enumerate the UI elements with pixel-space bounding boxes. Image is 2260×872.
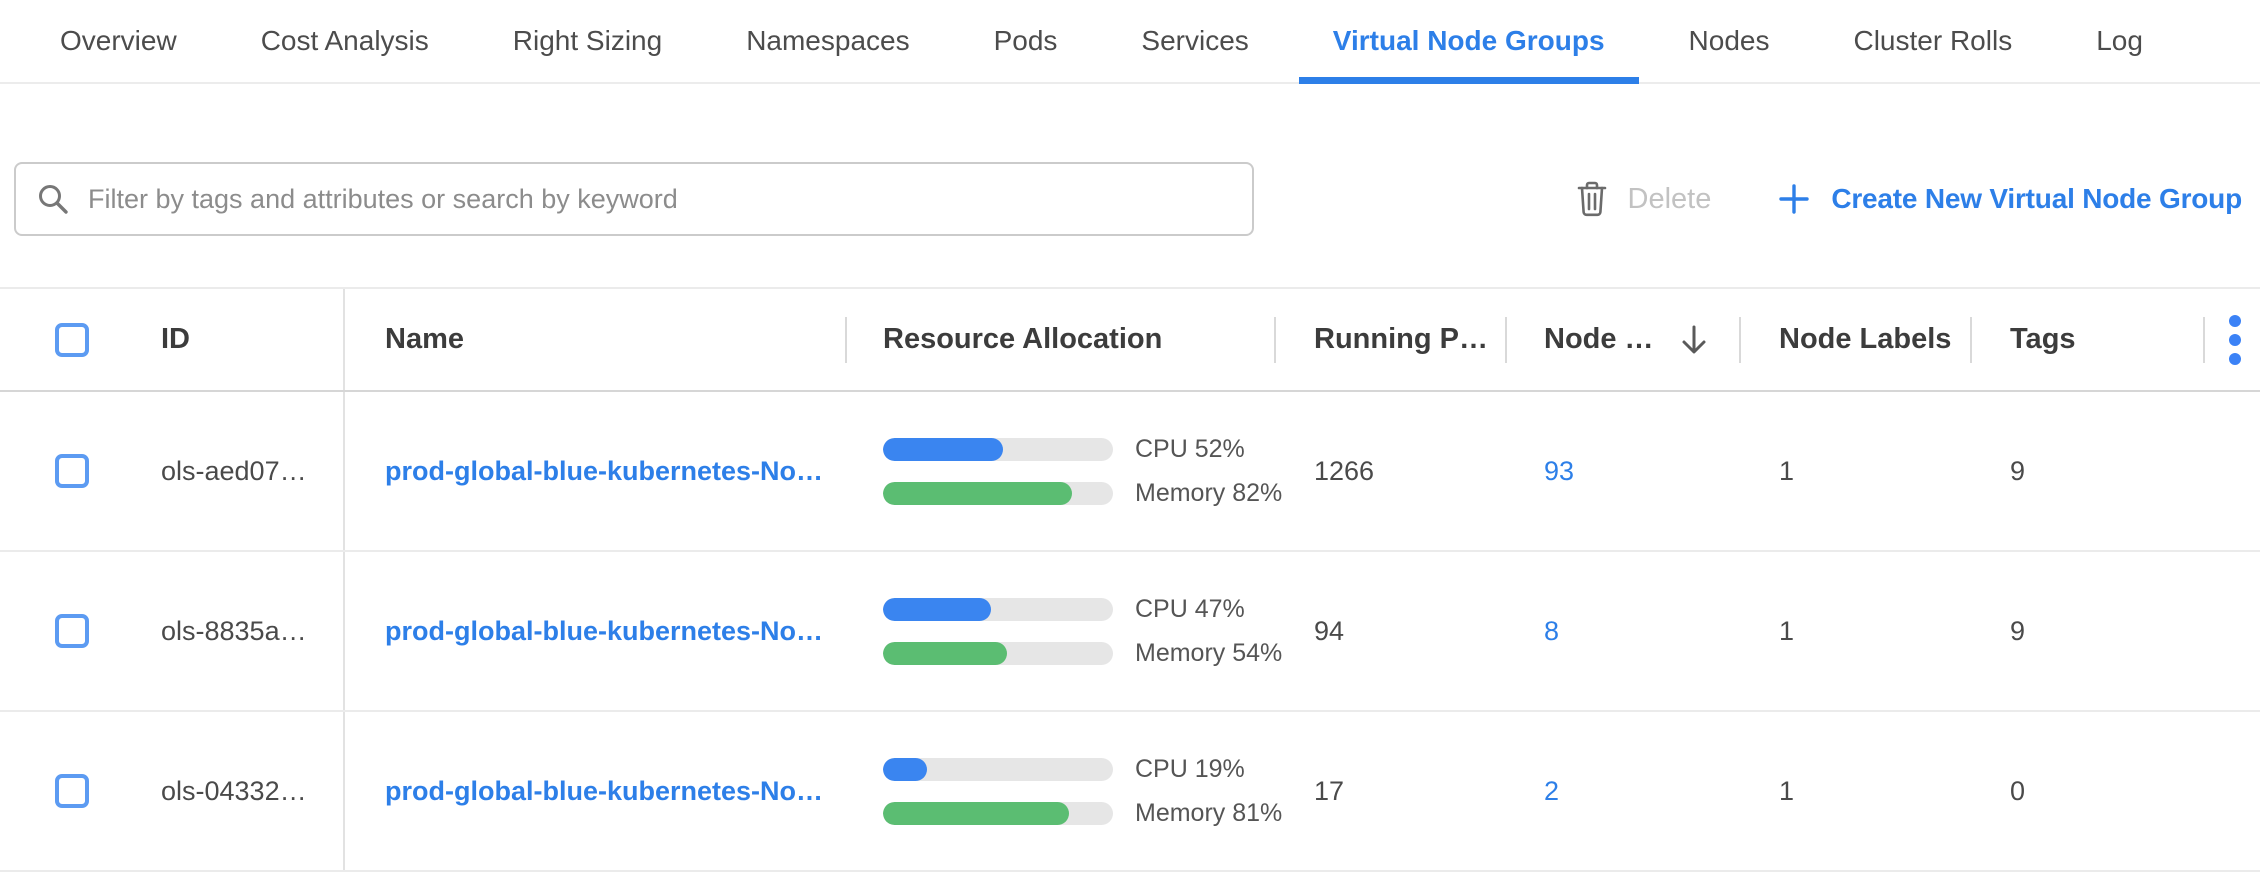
column-header-id[interactable]: ID [110, 289, 345, 390]
trash-icon [1576, 180, 1608, 218]
tab-nodes[interactable]: Nodes [1655, 0, 1804, 82]
node-labels-count: 1 [1739, 552, 1970, 710]
column-header-resource-allocation[interactable]: Resource Allocation [845, 289, 1274, 390]
search-input[interactable] [86, 183, 1232, 216]
node-labels-count: 1 [1739, 392, 1970, 550]
cpu-usage-bar [883, 598, 1113, 621]
create-label: Create New Virtual Node Group [1831, 183, 2242, 215]
tab-cost-analysis[interactable]: Cost Analysis [227, 0, 463, 82]
tab-namespaces[interactable]: Namespaces [712, 0, 943, 82]
memory-usage-bar [883, 482, 1113, 505]
row-checkbox[interactable] [55, 774, 89, 808]
column-header-name[interactable]: Name [345, 289, 845, 390]
table-row: ols-8835a… prod-global-blue-kubernetes-N… [0, 552, 2260, 712]
cpu-usage-bar [883, 438, 1113, 461]
tab-services[interactable]: Services [1107, 0, 1282, 82]
node-count-link[interactable]: 8 [1544, 616, 1559, 647]
tab-virtual-node-groups[interactable]: Virtual Node Groups [1299, 0, 1639, 82]
resource-allocation: CPU 47% Memory 54% [883, 595, 1282, 668]
toolbar: Delete Create New Virtual Node Group [0, 162, 2260, 236]
tags-count: 9 [1970, 552, 2203, 710]
tab-cluster-rolls[interactable]: Cluster Rolls [1819, 0, 2046, 82]
vng-id: ols-04332… [110, 712, 345, 870]
select-all-checkbox[interactable] [55, 323, 89, 357]
node-count-link[interactable]: 93 [1544, 456, 1574, 487]
cpu-usage-label: CPU 19% [1135, 755, 1245, 784]
memory-usage-label: Memory 54% [1135, 639, 1282, 668]
table-row: ols-04332… prod-global-blue-kubernetes-N… [0, 712, 2260, 872]
table-header-row: ID Name Resource Allocation Running P… N… [0, 287, 2260, 392]
column-header-running-pods[interactable]: Running P… [1274, 289, 1505, 390]
create-new-virtual-node-group-button[interactable]: Create New Virtual Node Group [1777, 182, 2242, 216]
filter-search-box[interactable] [14, 162, 1254, 236]
search-icon [36, 182, 70, 216]
column-header-tags[interactable]: Tags [1970, 289, 2203, 390]
resource-allocation: CPU 19% Memory 81% [883, 755, 1282, 828]
running-pods-count: 94 [1274, 552, 1505, 710]
tab-overview[interactable]: Overview [26, 0, 211, 82]
node-count-link[interactable]: 2 [1544, 776, 1559, 807]
vng-id: ols-8835a… [110, 552, 345, 710]
sort-descending-icon[interactable] [1678, 323, 1710, 357]
vng-name-link[interactable]: prod-global-blue-kubernetes-No… [385, 456, 823, 487]
tags-count: 0 [1970, 712, 2203, 870]
row-checkbox[interactable] [55, 614, 89, 648]
delete-button[interactable]: Delete [1576, 180, 1712, 218]
memory-usage-bar [883, 802, 1113, 825]
cpu-usage-label: CPU 52% [1135, 435, 1245, 464]
virtual-node-groups-table: ID Name Resource Allocation Running P… N… [0, 287, 2260, 872]
column-header-node-count[interactable]: Node … [1505, 289, 1739, 390]
cpu-usage-bar [883, 758, 1113, 781]
cpu-usage-label: CPU 47% [1135, 595, 1245, 624]
toolbar-actions: Delete Create New Virtual Node Group [1576, 180, 2245, 218]
vng-name-link[interactable]: prod-global-blue-kubernetes-No… [385, 616, 823, 647]
plus-icon [1777, 182, 1811, 216]
column-header-node-labels[interactable]: Node Labels [1739, 289, 1970, 390]
resource-allocation: CPU 52% Memory 82% [883, 435, 1282, 508]
memory-usage-label: Memory 82% [1135, 479, 1282, 508]
tags-count: 9 [1970, 392, 2203, 550]
column-settings-kebab-button[interactable] [2225, 311, 2245, 369]
tab-pods[interactable]: Pods [960, 0, 1092, 82]
vng-name-link[interactable]: prod-global-blue-kubernetes-No… [385, 776, 823, 807]
tab-bar: Overview Cost Analysis Right Sizing Name… [0, 0, 2260, 84]
table-row: ols-aed07… prod-global-blue-kubernetes-N… [0, 392, 2260, 552]
row-checkbox[interactable] [55, 454, 89, 488]
delete-label: Delete [1628, 183, 1712, 216]
node-count-header-label: Node … [1544, 323, 1654, 356]
memory-usage-label: Memory 81% [1135, 799, 1282, 828]
tab-log[interactable]: Log [2062, 0, 2177, 82]
running-pods-count: 17 [1274, 712, 1505, 870]
running-pods-count: 1266 [1274, 392, 1505, 550]
vng-id: ols-aed07… [110, 392, 345, 550]
node-labels-count: 1 [1739, 712, 1970, 870]
memory-usage-bar [883, 642, 1113, 665]
tab-right-sizing[interactable]: Right Sizing [479, 0, 696, 82]
